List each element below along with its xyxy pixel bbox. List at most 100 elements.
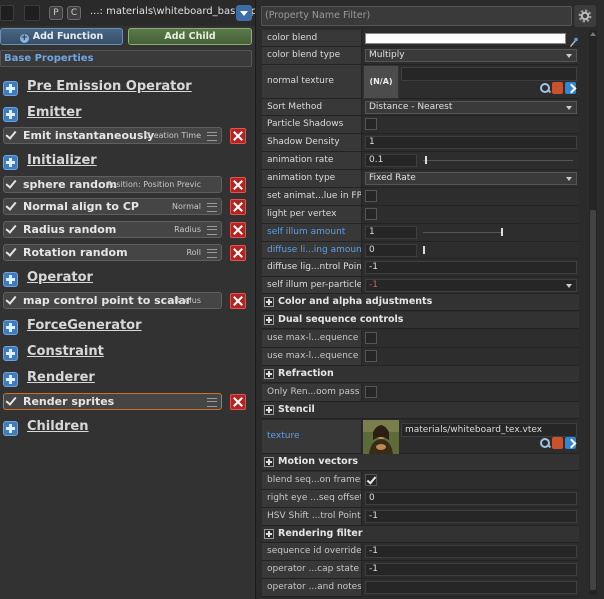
shadow-density-input[interactable]: 1: [365, 136, 577, 149]
expand-icon[interactable]: [264, 529, 274, 539]
hsv-shift-cp-input[interactable]: -1: [365, 510, 577, 523]
group-refraction[interactable]: Refraction: [262, 366, 579, 383]
particle-shadows-checkbox[interactable]: [365, 118, 377, 130]
check-icon[interactable]: [7, 296, 16, 303]
drag-handle-icon[interactable]: [207, 226, 217, 235]
dual-seq-0-checkbox[interactable]: [365, 332, 377, 344]
delete-button[interactable]: [230, 245, 246, 261]
group-color-alpha[interactable]: Color and alpha adjustments: [262, 294, 579, 311]
texture-thumbnail[interactable]: [363, 420, 399, 454]
diffuse-lighting-cp-input[interactable]: -1: [365, 261, 577, 274]
property-filter-input[interactable]: (Property Name Filter): [261, 6, 572, 26]
check-icon[interactable]: [7, 397, 16, 404]
plus-icon[interactable]: [3, 155, 18, 170]
expand-icon[interactable]: [264, 457, 274, 467]
dual-seq-1-checkbox[interactable]: [365, 350, 377, 362]
set-anim-fps-checkbox[interactable]: [365, 190, 377, 202]
expand-icon[interactable]: [264, 315, 274, 325]
check-icon[interactable]: [7, 248, 16, 255]
eyedropper-icon[interactable]: [568, 33, 578, 47]
toolbar-square-button[interactable]: [24, 5, 40, 21]
op-radius-random[interactable]: Radius random Radius: [3, 221, 222, 238]
delete-button[interactable]: [230, 199, 246, 215]
color-blend-type-select[interactable]: Multiply: [365, 49, 577, 62]
self-illum-slider[interactable]: [423, 232, 501, 233]
open-file-icon[interactable]: [552, 82, 563, 94]
plus-icon[interactable]: [3, 107, 18, 122]
operator-notes-input[interactable]: [365, 581, 577, 594]
base-properties-item[interactable]: Base Properties: [0, 50, 252, 67]
plus-icon[interactable]: [3, 421, 18, 436]
group-motion-vectors[interactable]: Motion vectors: [262, 454, 579, 471]
sequence-id-override-input[interactable]: -1: [365, 545, 577, 558]
delete-button[interactable]: [230, 394, 246, 410]
drag-handle-icon[interactable]: [207, 203, 217, 212]
right-eye-seq-offset-input[interactable]: 0: [365, 492, 577, 505]
op-rotation-random[interactable]: Rotation random Roll: [3, 244, 222, 261]
expand-icon[interactable]: [264, 369, 274, 379]
light-per-vertex-checkbox[interactable]: [365, 208, 377, 220]
slider-handle[interactable]: [423, 246, 425, 254]
search-icon[interactable]: [539, 82, 550, 94]
scrollbar[interactable]: [589, 30, 597, 595]
group-stencil[interactable]: Stencil: [262, 402, 579, 419]
self-illum-amount-input[interactable]: 1: [365, 226, 417, 239]
self-illum-per-particle-select[interactable]: -1: [365, 279, 577, 292]
section-label[interactable]: Initializer: [27, 153, 97, 168]
plus-icon[interactable]: [3, 81, 18, 96]
texture-path-input[interactable]: materials/whiteboard_tex.vtex: [401, 423, 577, 437]
add-child-button[interactable]: Add Child: [128, 28, 252, 45]
expand-icon[interactable]: [264, 297, 274, 307]
child-toggle-button[interactable]: C: [67, 6, 81, 20]
group-dual-sequence[interactable]: Dual sequence controls: [262, 312, 579, 329]
expand-icon[interactable]: [264, 405, 274, 415]
section-label[interactable]: Constraint: [27, 344, 104, 359]
animation-type-select[interactable]: Fixed Rate: [365, 172, 577, 185]
open-file-icon[interactable]: [552, 437, 563, 449]
toolbar-square-button[interactable]: [0, 5, 14, 21]
diffuse-lighting-amount-input[interactable]: 0: [365, 244, 417, 257]
search-icon[interactable]: [539, 437, 550, 449]
settings-button[interactable]: [574, 5, 596, 27]
normal-texture-thumbnail[interactable]: (N/A): [363, 65, 399, 99]
plus-icon[interactable]: [3, 372, 18, 387]
section-label[interactable]: Emitter: [27, 105, 82, 120]
slider-handle[interactable]: [424, 156, 427, 164]
sort-method-select[interactable]: Distance - Nearest: [365, 101, 577, 114]
goto-arrow-icon[interactable]: [565, 82, 576, 94]
plus-icon[interactable]: [3, 320, 18, 335]
check-icon[interactable]: [7, 180, 16, 187]
scrollbar-thumb[interactable]: [590, 210, 596, 590]
animation-rate-slider[interactable]: [423, 160, 573, 161]
drag-handle-icon[interactable]: [207, 249, 217, 258]
add-function-button[interactable]: + Add Function: [0, 28, 123, 45]
op-emit-instantaneously[interactable]: Emit instantaneously Creation Time: [3, 127, 222, 144]
scroll-up-icon[interactable]: [589, 30, 597, 38]
delete-button[interactable]: [230, 177, 246, 193]
slider-handle[interactable]: [501, 228, 503, 236]
op-normal-align[interactable]: Normal align to CP Normal: [3, 198, 222, 215]
section-label[interactable]: Children: [27, 419, 89, 434]
section-label[interactable]: Renderer: [27, 370, 95, 385]
section-label[interactable]: Operator: [27, 270, 93, 285]
delete-button[interactable]: [230, 128, 246, 144]
section-label[interactable]: ForceGenerator: [27, 318, 142, 333]
group-rendering-filter[interactable]: Rendering filter: [262, 526, 579, 543]
color-swatch[interactable]: [365, 33, 566, 44]
drag-handle-icon[interactable]: [207, 398, 217, 407]
chevron-down-icon[interactable]: [236, 5, 252, 21]
operator-cap-state-input[interactable]: -1: [365, 563, 577, 576]
check-icon[interactable]: [7, 202, 16, 209]
op-sphere-random[interactable]: sphere random Position: Position Previc: [3, 176, 222, 193]
check-icon[interactable]: [7, 225, 16, 232]
only-render-zoom-checkbox[interactable]: [365, 386, 377, 398]
plus-icon[interactable]: [3, 346, 18, 361]
drag-handle-icon[interactable]: [207, 132, 217, 141]
op-render-sprites[interactable]: Render sprites: [3, 393, 222, 410]
parent-toggle-button[interactable]: P: [49, 6, 63, 20]
op-map-control-point[interactable]: map control point to scalar Radius: [3, 292, 222, 309]
plus-icon[interactable]: [3, 272, 18, 287]
normal-texture-path-input[interactable]: [401, 67, 577, 81]
section-label[interactable]: Pre Emission Operator: [27, 79, 192, 94]
delete-button[interactable]: [230, 293, 246, 309]
